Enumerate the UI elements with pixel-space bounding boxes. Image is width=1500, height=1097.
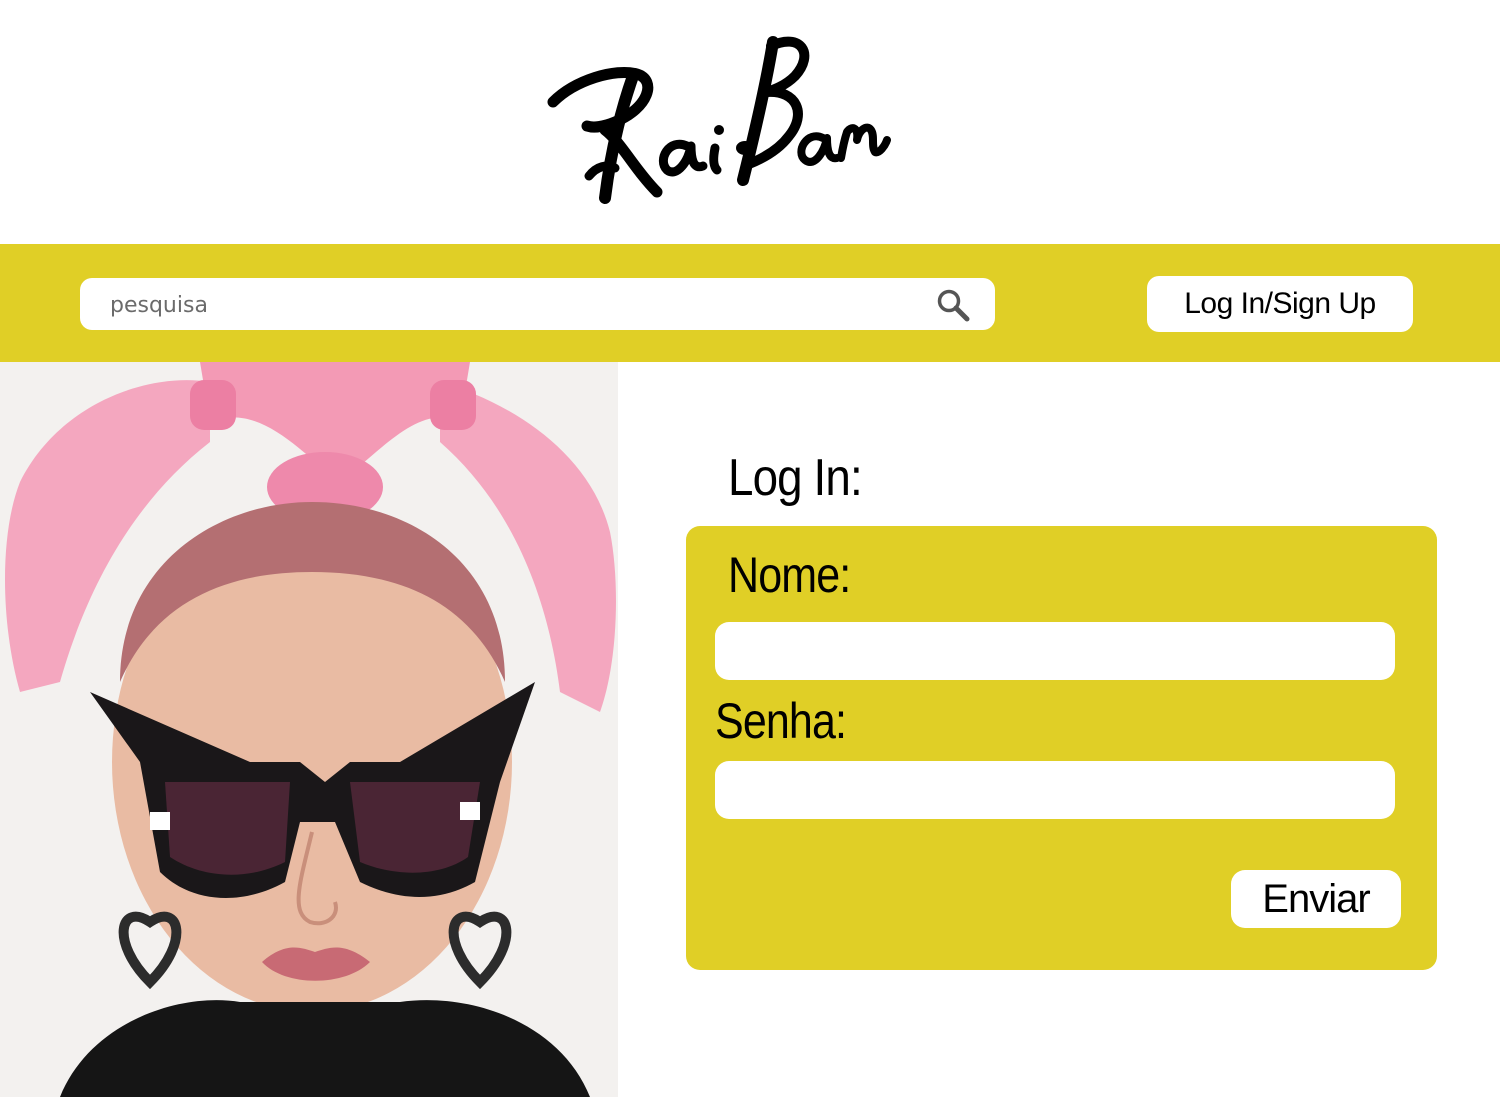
password-input[interactable] [715, 761, 1395, 819]
header [0, 0, 1500, 244]
name-input[interactable] [715, 622, 1395, 680]
brand-logo[interactable] [545, 30, 895, 210]
name-label: Nome: [728, 547, 851, 603]
model-with-sunglasses-image [5, 362, 616, 1097]
login-signup-button[interactable]: Log In/Sign Up [1147, 276, 1413, 332]
hero-photo [0, 362, 618, 1097]
search-icon[interactable] [936, 288, 970, 322]
login-title: Log In: [728, 449, 863, 507]
top-bar: Log In/Sign Up [0, 244, 1500, 362]
search-bar [80, 278, 995, 332]
page: Log In/Sign Up [0, 0, 1500, 1097]
submit-button[interactable]: Enviar [1231, 870, 1401, 928]
password-label: Senha: [715, 693, 847, 749]
search-input[interactable] [108, 278, 932, 332]
login-form: Nome: Senha: Enviar [686, 526, 1437, 970]
